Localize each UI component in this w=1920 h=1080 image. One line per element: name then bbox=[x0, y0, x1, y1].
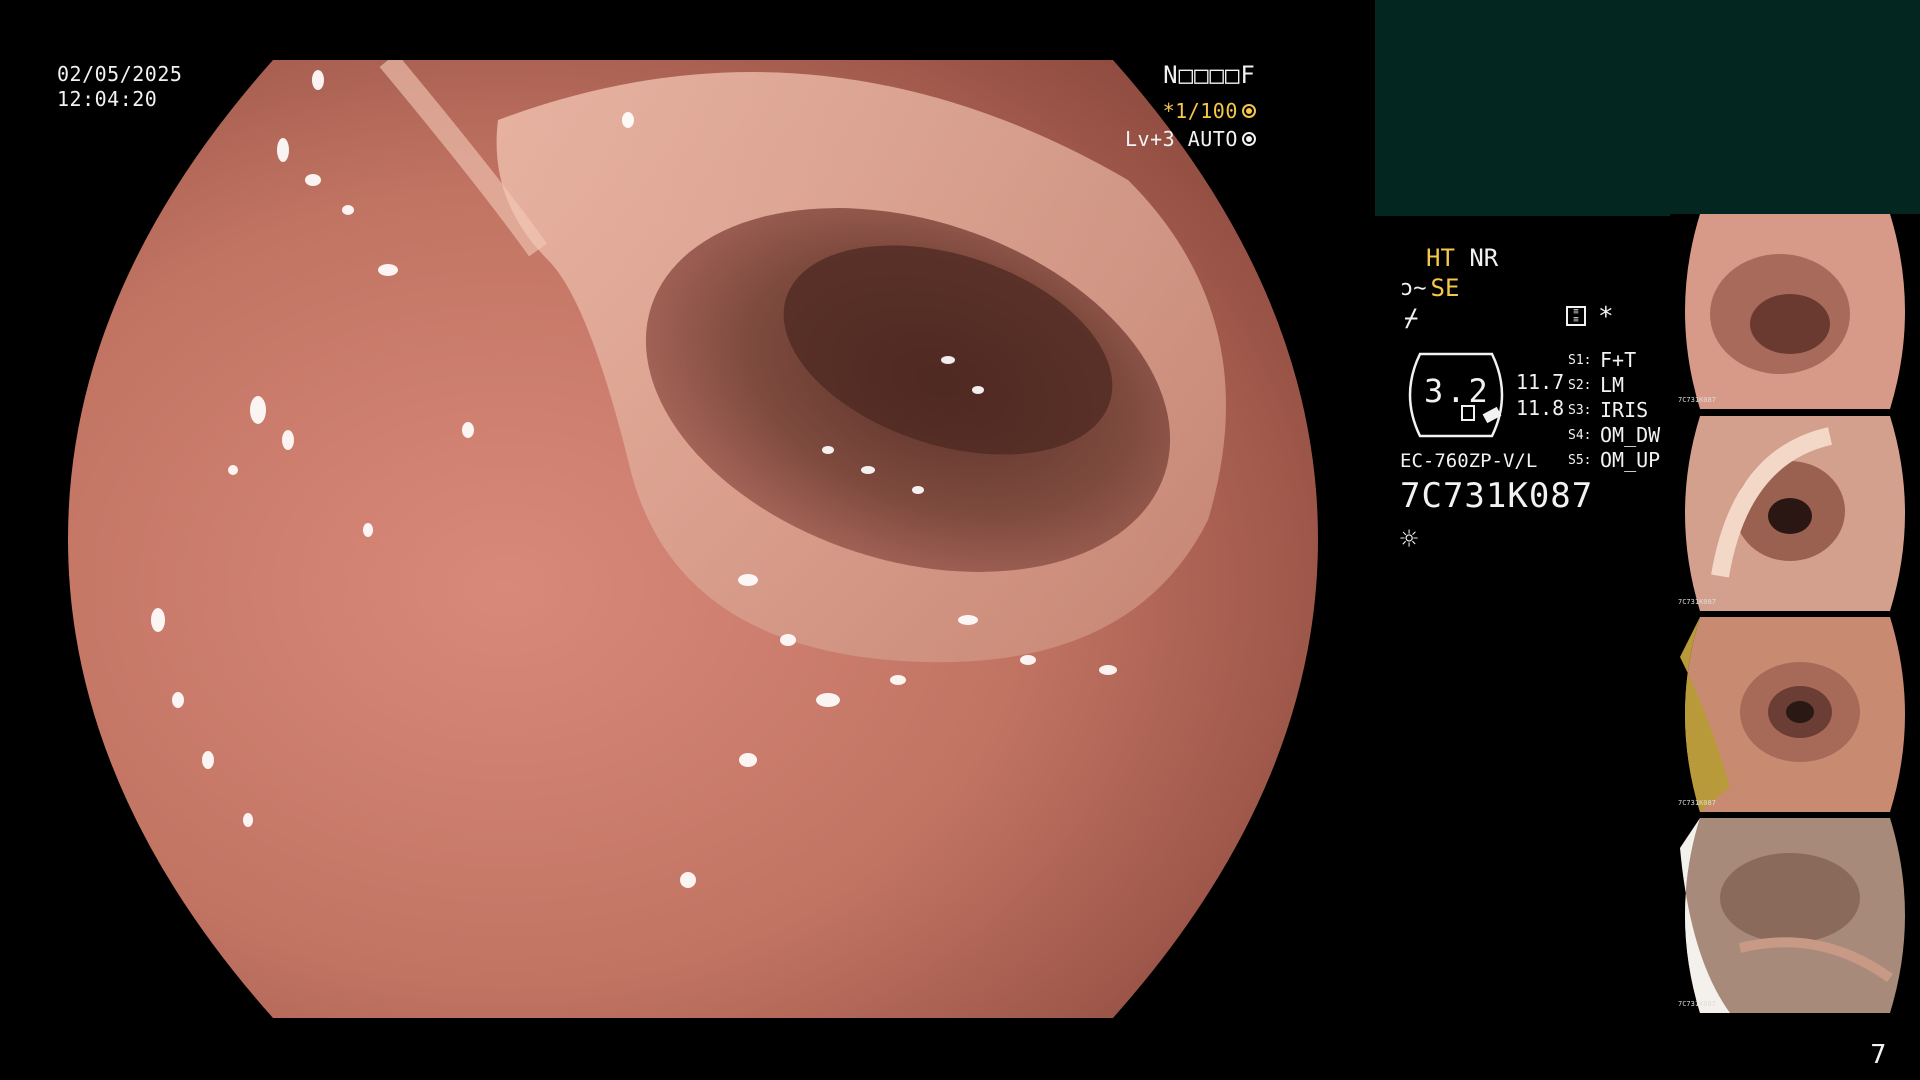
agc-readout: Lv+3 AUTO bbox=[1125, 126, 1256, 152]
fan-icon: ⌿ bbox=[1404, 304, 1419, 332]
settings-list: S1: F+T S2: LM S3: IRIS S4: OM_DW S5: OM_UP bbox=[1568, 348, 1660, 473]
settings-key: S3: bbox=[1568, 403, 1592, 418]
book-icon: ≡ ≡ bbox=[1566, 306, 1586, 326]
captured-thumbnail[interactable]: 7C731K087 bbox=[1670, 214, 1920, 409]
settings-value: LM bbox=[1600, 373, 1625, 397]
shutter-icon bbox=[1241, 104, 1256, 118]
settings-row: S1: F+T bbox=[1568, 348, 1660, 373]
agc-text: Lv+3 AUTO bbox=[1125, 127, 1238, 151]
time-text: 12:04:20 bbox=[57, 87, 158, 111]
top-right-overlay: N□□□□F *1/100 Lv+3 AUTO bbox=[1125, 62, 1256, 152]
mode-indicators: HT NR bbox=[1426, 244, 1498, 272]
settings-value: IRIS bbox=[1600, 398, 1649, 422]
se-indicator: SE bbox=[1430, 274, 1460, 302]
settings-key: S1: bbox=[1568, 353, 1592, 368]
page-number: 7 bbox=[1870, 1040, 1887, 1070]
scope-model: EC-760ZP-V/L bbox=[1400, 450, 1538, 472]
patient-id: N□□□□F bbox=[1163, 61, 1256, 89]
settings-row: S4: OM_DW bbox=[1568, 423, 1660, 448]
thumbnail-label: 7C731K087 bbox=[1678, 598, 1716, 606]
endoscope-screen: 02/05/2025 12:04:20 N□□□□F *1/100 Lv+3 A… bbox=[0, 0, 1920, 1080]
asterisk-indicator: * bbox=[1598, 302, 1614, 332]
settings-row: S5: OM_UP bbox=[1568, 448, 1660, 473]
settings-key: S2: bbox=[1568, 378, 1592, 393]
scope-serial: 7C731K087 bbox=[1400, 476, 1594, 516]
sun-icon: ☼ bbox=[1400, 522, 1419, 557]
settings-value: OM_UP bbox=[1600, 448, 1661, 472]
settings-row: S3: IRIS bbox=[1568, 398, 1660, 423]
gauge-value: 3.2 bbox=[1424, 372, 1491, 410]
nr-indicator: NR bbox=[1469, 244, 1499, 272]
settings-value: OM_DW bbox=[1600, 423, 1661, 447]
thumbnail-label: 7C731K087 bbox=[1678, 799, 1716, 807]
shutter-readout: *1/100 bbox=[1125, 98, 1256, 124]
datetime-overlay: 02/05/2025 12:04:20 bbox=[57, 62, 182, 112]
gauge-reading-1: 11.7 bbox=[1516, 370, 1565, 394]
settings-key: S4: bbox=[1568, 428, 1592, 443]
settings-row: S2: LM bbox=[1568, 373, 1660, 398]
thumbnail-label: 7C731K087 bbox=[1678, 1000, 1716, 1008]
info-panel bbox=[1375, 0, 1920, 216]
captured-thumbnail[interactable]: 7C731K087 bbox=[1670, 818, 1920, 1013]
date-text: 02/05/2025 bbox=[57, 62, 183, 86]
captured-thumbnail[interactable]: 7C731K087 bbox=[1670, 416, 1920, 611]
shutter-text: *1/100 bbox=[1162, 99, 1238, 123]
gauge-reading-2: 11.8 bbox=[1516, 396, 1565, 420]
settings-key: S5: bbox=[1568, 453, 1592, 468]
settings-value: F+T bbox=[1600, 348, 1637, 372]
agc-icon bbox=[1241, 132, 1256, 146]
colon-lumen-image bbox=[68, 60, 1318, 1018]
thumbnail-label: 7C731K087 bbox=[1678, 396, 1716, 404]
scope-icon: ɔ∼ bbox=[1400, 275, 1427, 301]
ht-indicator: HT bbox=[1426, 244, 1455, 272]
se-indicator-row: ɔ∼ SE bbox=[1400, 274, 1459, 302]
captured-thumbnail[interactable]: 7C731K087 bbox=[1670, 617, 1920, 812]
endoscope-live-view bbox=[68, 60, 1318, 1018]
